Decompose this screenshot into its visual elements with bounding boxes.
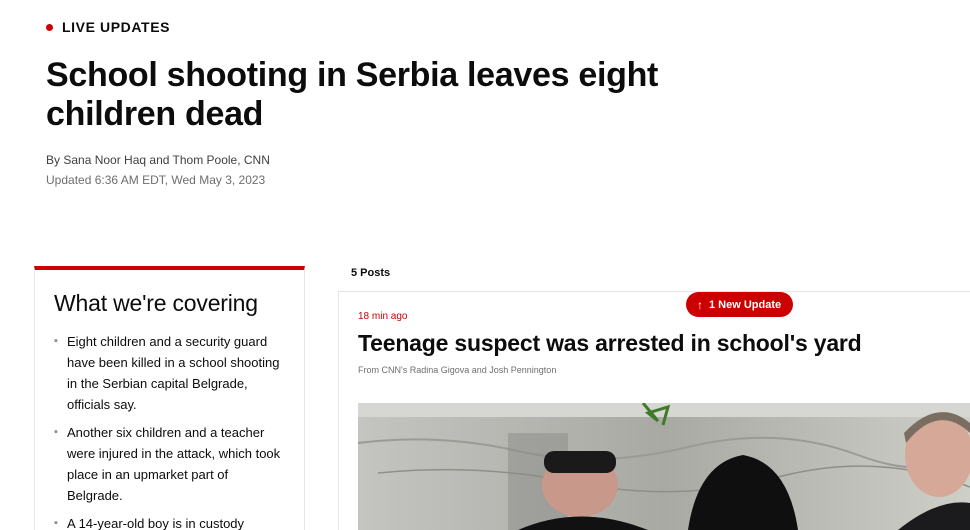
- covering-item-text: A 14-year-old boy is in custody: [67, 516, 245, 530]
- covering-list-item: ▪ Eight children and a security guard ha…: [54, 331, 286, 415]
- posts-count: 5 Posts: [351, 267, 391, 279]
- new-update-label: 1 New Update: [709, 298, 782, 311]
- what-were-covering-box: What we're covering ▪ Eight children and…: [34, 266, 305, 530]
- arrow-up-icon: ↑: [697, 297, 703, 312]
- article-byline: By Sana Noor Haq and Thom Poole, CNN: [46, 153, 270, 167]
- bullet-icon: ▪: [54, 517, 58, 529]
- live-updates-label: LIVE UPDATES: [46, 19, 170, 35]
- post-timestamp: 18 min ago: [358, 311, 408, 322]
- bullet-icon: ▪: [54, 335, 58, 347]
- covering-item-text: Eight children and a security guard have…: [67, 334, 280, 412]
- live-dot-icon: [46, 23, 53, 31]
- covering-title: What we're covering: [54, 290, 258, 316]
- live-label-text: LIVE UPDATES: [62, 19, 171, 35]
- covering-item-text: Another six children and a teacher were …: [67, 425, 281, 503]
- post-byline: From CNN's Radina Gigova and Josh Pennin…: [358, 365, 557, 375]
- article-timestamp: Updated 6:36 AM EDT, Wed May 3, 2023: [46, 173, 266, 187]
- post-title[interactable]: Teenage suspect was arrested in school's…: [358, 330, 862, 357]
- news-photo-image: [358, 403, 970, 530]
- page-title: School shooting in Serbia leaves eight c…: [46, 56, 659, 133]
- covering-list: ▪ Eight children and a security guard ha…: [54, 331, 286, 530]
- bullet-icon: ▪: [54, 426, 58, 438]
- covering-list-item: ▪ Another six children and a teacher wer…: [54, 422, 286, 506]
- new-update-button[interactable]: ↑ 1 New Update: [686, 292, 794, 317]
- post-photo: [358, 403, 970, 530]
- covering-list-item: ▪ A 14-year-old boy is in custody: [54, 513, 286, 530]
